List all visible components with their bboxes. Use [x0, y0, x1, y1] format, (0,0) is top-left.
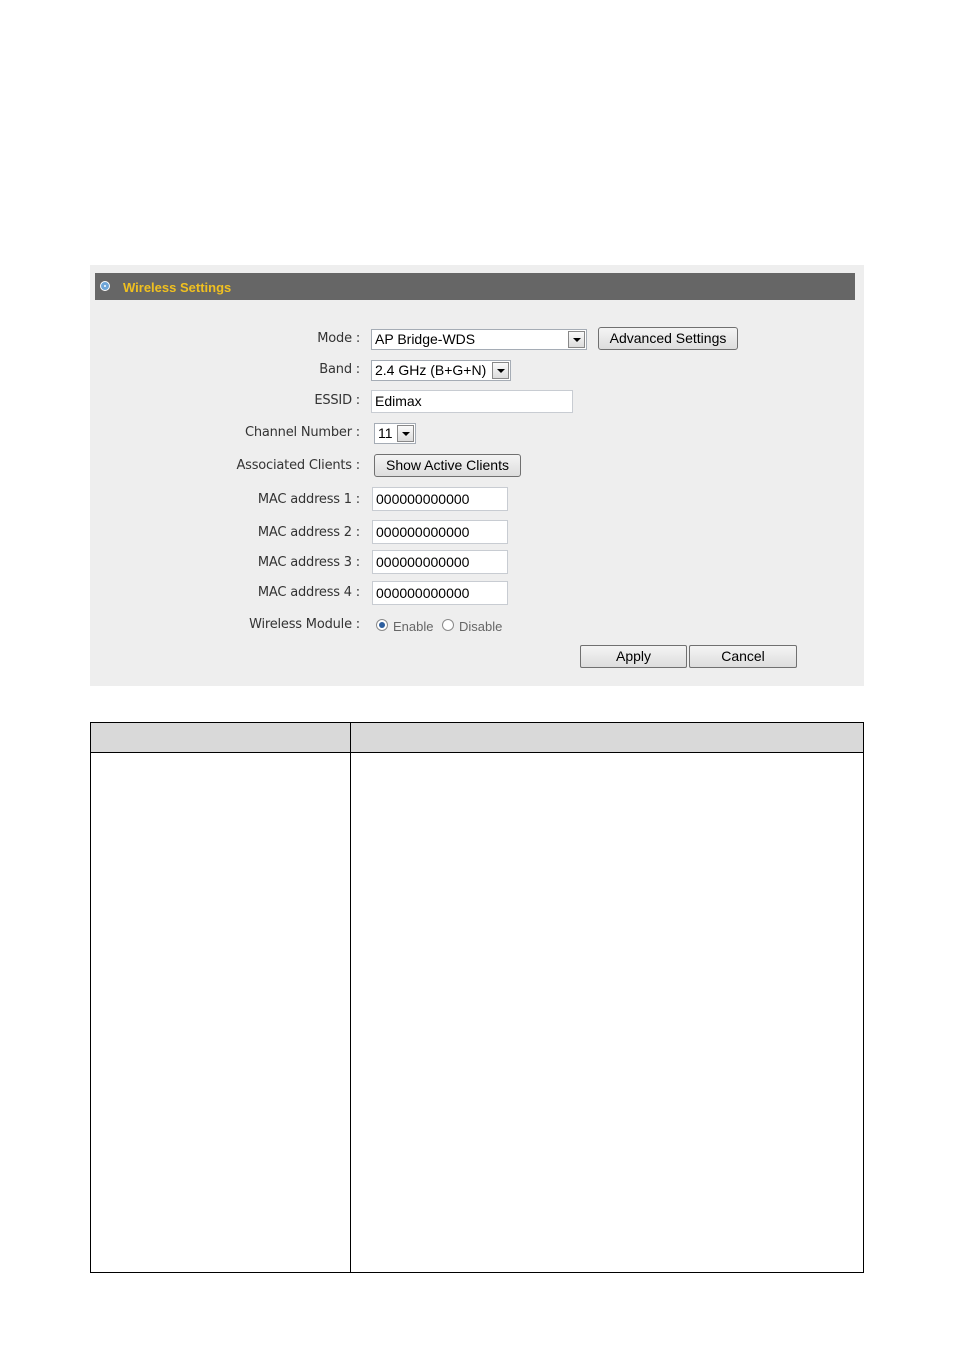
mac-input-4[interactable]: 000000000000 — [372, 581, 508, 605]
mode-value: AP Bridge-WDS — [375, 331, 476, 347]
apply-button[interactable]: Apply — [580, 645, 687, 668]
table-column-divider — [350, 723, 351, 1272]
band-select[interactable]: 2.4 GHz (B+G+N) — [371, 360, 511, 381]
wireless-settings-panel: Wireless Settings Mode : AP Bridge-WDS A… — [90, 265, 864, 686]
band-label: Band : — [319, 362, 360, 377]
mac-input-3[interactable]: 000000000000 — [372, 550, 508, 574]
enable-radio[interactable] — [376, 619, 388, 631]
module-label: Wireless Module : — [249, 617, 360, 632]
disable-radio-label: Disable — [459, 619, 503, 634]
panel-title: Wireless Settings — [123, 280, 232, 295]
mode-select[interactable]: AP Bridge-WDS — [371, 329, 587, 350]
mac-label-4: MAC address 4 : — [257, 585, 360, 600]
essid-input[interactable]: Edimax — [371, 390, 573, 413]
chevron-down-icon[interactable] — [568, 331, 585, 348]
essid-label: ESSID : — [314, 393, 360, 408]
cancel-button[interactable]: Cancel — [689, 645, 797, 668]
mac-label-3: MAC address 3 : — [257, 555, 360, 570]
mac-input-1[interactable]: 000000000000 — [372, 487, 508, 511]
table-header-row — [91, 723, 863, 753]
advanced-settings-button[interactable]: Advanced Settings — [598, 327, 738, 350]
chevron-down-icon[interactable] — [492, 362, 509, 379]
clients-label: Associated Clients : — [236, 458, 360, 473]
channel-value: 11 — [378, 425, 393, 441]
disable-radio[interactable] — [442, 619, 454, 631]
channel-label: Channel Number : — [244, 425, 360, 440]
chevron-down-icon[interactable] — [397, 425, 414, 442]
show-active-clients-button[interactable]: Show Active Clients — [374, 454, 521, 477]
mac-input-2[interactable]: 000000000000 — [372, 520, 508, 544]
mode-label: Mode : — [317, 331, 360, 346]
description-table — [90, 722, 864, 1273]
mac-label-1: MAC address 1 : — [257, 492, 360, 507]
enable-radio-label: Enable — [393, 619, 434, 634]
band-value: 2.4 GHz (B+G+N) — [375, 362, 487, 378]
channel-select[interactable]: 11 — [374, 423, 416, 444]
bullet-icon — [100, 281, 110, 291]
mac-label-2: MAC address 2 : — [257, 525, 360, 540]
panel-header: Wireless Settings — [95, 273, 855, 300]
